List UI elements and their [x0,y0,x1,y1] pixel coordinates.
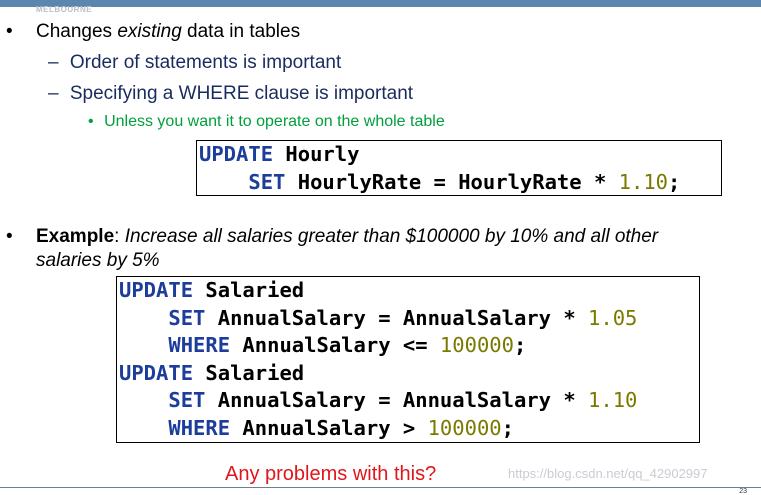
footer-divider [0,487,761,488]
sql-keyword: SET [168,305,206,330]
code-line: SET HourlyRate = HourlyRate * 1.10; [248,169,681,194]
sql-number: 1.05 [588,305,638,330]
bullet-emphasis: existing [117,21,182,42]
sql-number: 100000 [439,333,514,357]
top-banner [0,0,761,7]
bullet-icon: • [6,226,13,247]
dash-icon: – [48,52,59,73]
sub-bullet-text: Specifying a WHERE clause is important [69,83,414,104]
sql-number: 100000 [427,415,502,440]
sql-keyword: WHERE [168,333,231,357]
bullet-icon: • [88,113,94,130]
sub-bullet-order: – Order of statements is important [48,51,341,75]
question-text: Any problems with this? [225,463,437,485]
sql-keyword: UPDATE [199,142,274,166]
code-line: UPDATE Salaried [119,360,305,385]
watermark-text: https://blog.csdn.net/qq_42902997 [508,466,708,481]
sql-keyword: WHERE [168,415,231,440]
sql-keyword: UPDATE [119,278,194,302]
example-description: Increase all salaries greater than $1000… [124,226,659,247]
code-line: UPDATE Hourly [199,142,360,166]
sql-number: 1.10 [588,388,638,412]
dash-icon: – [48,83,59,104]
bullet-text: Changes [36,21,118,42]
sql-keyword: SET [248,169,286,194]
code-block-salaried: UPDATE Salaried SET AnnualSalary = Annua… [116,276,700,443]
code-line: UPDATE Salaried [119,278,305,302]
sql-keyword: SET [168,388,206,412]
sql-keyword: UPDATE [119,360,194,385]
sub-sub-bullet-text: Unless you want it to operate on the who… [104,113,445,130]
code-line: SET AnnualSalary = AnnualSalary * 1.10 [168,388,638,412]
code-line: WHERE AnnualSalary <= 100000; [168,333,527,357]
bullet-icon: • [6,21,13,42]
example-label: Example [36,226,115,247]
example-description-continued: salaries by 5% [36,250,160,271]
code-line: SET AnnualSalary = AnnualSalary * 1.05 [168,305,638,330]
code-line: WHERE AnnualSalary > 100000; [168,415,514,440]
bullet-text-suffix: data in tables [181,21,301,42]
sub-bullet-where: – Specifying a WHERE clause is important [48,82,413,106]
sub-bullet-text: Order of statements is important [69,52,342,73]
sub-sub-bullet-whole-table: • Unless you want it to operate on the w… [88,112,445,132]
page-number: 23 [739,488,747,495]
university-logo-text: MELBOURNE [36,5,93,14]
sql-number: 1.10 [618,169,669,194]
code-block-hourly: UPDATE Hourly SET HourlyRate = HourlyRat… [196,140,722,196]
